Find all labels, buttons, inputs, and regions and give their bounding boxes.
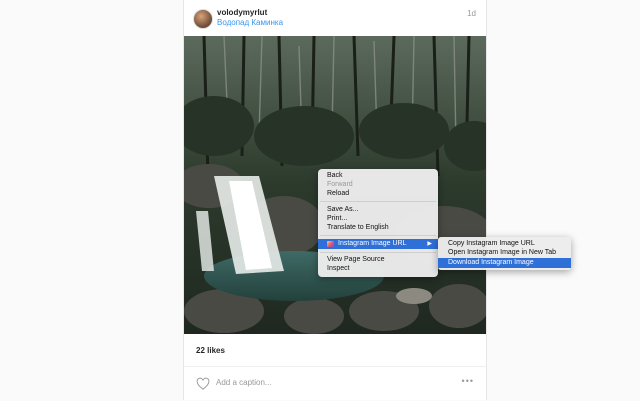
- submenu-item-download[interactable]: Download Instagram Image: [438, 258, 571, 268]
- submenu-item-open-new-tab[interactable]: Open Instagram Image in New Tab: [448, 248, 556, 257]
- menu-item-view-source[interactable]: View Page Source: [327, 255, 384, 264]
- menu-separator: [320, 252, 436, 253]
- menu-item-inspect[interactable]: Inspect: [327, 264, 350, 273]
- menu-item-label: Instagram Image URL: [338, 240, 407, 247]
- menu-separator: [320, 201, 436, 202]
- menu-item-instagram-image-url[interactable]: Instagram Image URL ▶: [318, 239, 438, 249]
- comment-bar: Add a caption... •••: [184, 366, 486, 401]
- instagram-submenu: Copy Instagram Image URL Open Instagram …: [438, 237, 571, 270]
- menu-item-back[interactable]: Back: [327, 171, 343, 180]
- submenu-arrow-icon: ▶: [427, 241, 432, 247]
- submenu-item-copy-url[interactable]: Copy Instagram Image URL: [448, 239, 535, 248]
- location-link[interactable]: Водопад Каминка: [217, 18, 283, 27]
- instagram-icon: [327, 241, 334, 247]
- menu-item-forward: Forward: [327, 181, 353, 188]
- menu-item-translate[interactable]: Translate to English: [327, 223, 389, 232]
- submenu-item-label: Download Instagram Image: [448, 259, 534, 266]
- menu-item-print[interactable]: Print...: [327, 214, 347, 223]
- menu-separator: [320, 235, 436, 236]
- heart-icon[interactable]: [196, 377, 210, 391]
- more-options-icon[interactable]: •••: [462, 376, 474, 386]
- post-time: 1d: [467, 9, 476, 18]
- username-link[interactable]: volodymyrlut: [217, 8, 267, 17]
- menu-item-save-as[interactable]: Save As...: [327, 205, 359, 214]
- context-menu: Back Forward Reload Save As... Print... …: [318, 169, 438, 277]
- likes-count[interactable]: 22 likes: [196, 346, 225, 355]
- menu-item-reload[interactable]: Reload: [327, 189, 349, 198]
- avatar[interactable]: [193, 9, 213, 29]
- caption-input[interactable]: Add a caption...: [216, 378, 272, 387]
- post-header: volodymyrlut Водопад Каминка 1d: [184, 0, 486, 36]
